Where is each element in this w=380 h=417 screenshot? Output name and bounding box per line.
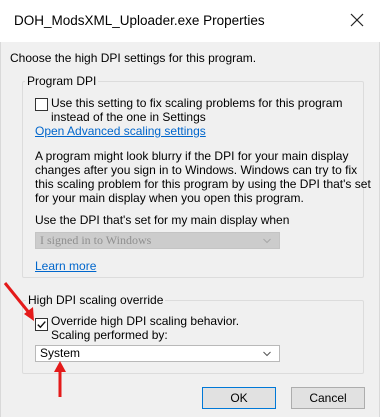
override-legend: High DPI scaling override: [26, 293, 166, 307]
intro-text: Choose the high DPI settings for this pr…: [10, 51, 257, 65]
dpi-description-3: this scaling problem for this program by…: [35, 177, 371, 191]
ok-button[interactable]: OK: [202, 387, 276, 409]
dpi-timing-value: I signed in to Windows: [40, 233, 152, 247]
program-dpi-checkbox-label-2[interactable]: instead of the one in Settings: [51, 110, 206, 124]
program-dpi-checkbox[interactable]: [35, 98, 48, 111]
dpi-timing-dropdown: I signed in to Windows: [35, 232, 280, 249]
override-checkbox-label-2[interactable]: Scaling performed by:: [51, 328, 168, 342]
override-checkbox-label-1[interactable]: Override high DPI scaling behavior.: [51, 314, 239, 328]
scaling-performed-by-value: System: [40, 346, 81, 360]
dpi-description-2: changes after you sign in to Windows. Wi…: [35, 163, 358, 177]
program-dpi-legend: Program DPI: [25, 74, 99, 88]
chevron-down-icon: [263, 233, 271, 252]
chevron-down-icon: [263, 346, 271, 365]
dpi-description-4: for your main display when you open this…: [35, 191, 304, 205]
use-dpi-label: Use the DPI that's set for my main displ…: [35, 213, 290, 227]
scaling-performed-by-dropdown[interactable]: System: [35, 345, 280, 362]
dpi-description-1: A program might look blurry if the DPI f…: [35, 149, 349, 163]
close-icon: [350, 13, 364, 27]
annotation-arrow-icon: [3, 282, 34, 321]
annotation-arrow-icon: [54, 361, 66, 397]
cancel-button[interactable]: Cancel: [291, 387, 365, 409]
advanced-scaling-link[interactable]: Open Advanced scaling settings: [35, 124, 206, 138]
program-dpi-checkbox-label-1[interactable]: Use this setting to fix scaling problems…: [51, 96, 342, 110]
learn-more-link[interactable]: Learn more: [35, 259, 96, 273]
window-title: DOH_ModsXML_Uploader.exe Properties: [14, 13, 265, 28]
close-button[interactable]: [340, 6, 374, 34]
